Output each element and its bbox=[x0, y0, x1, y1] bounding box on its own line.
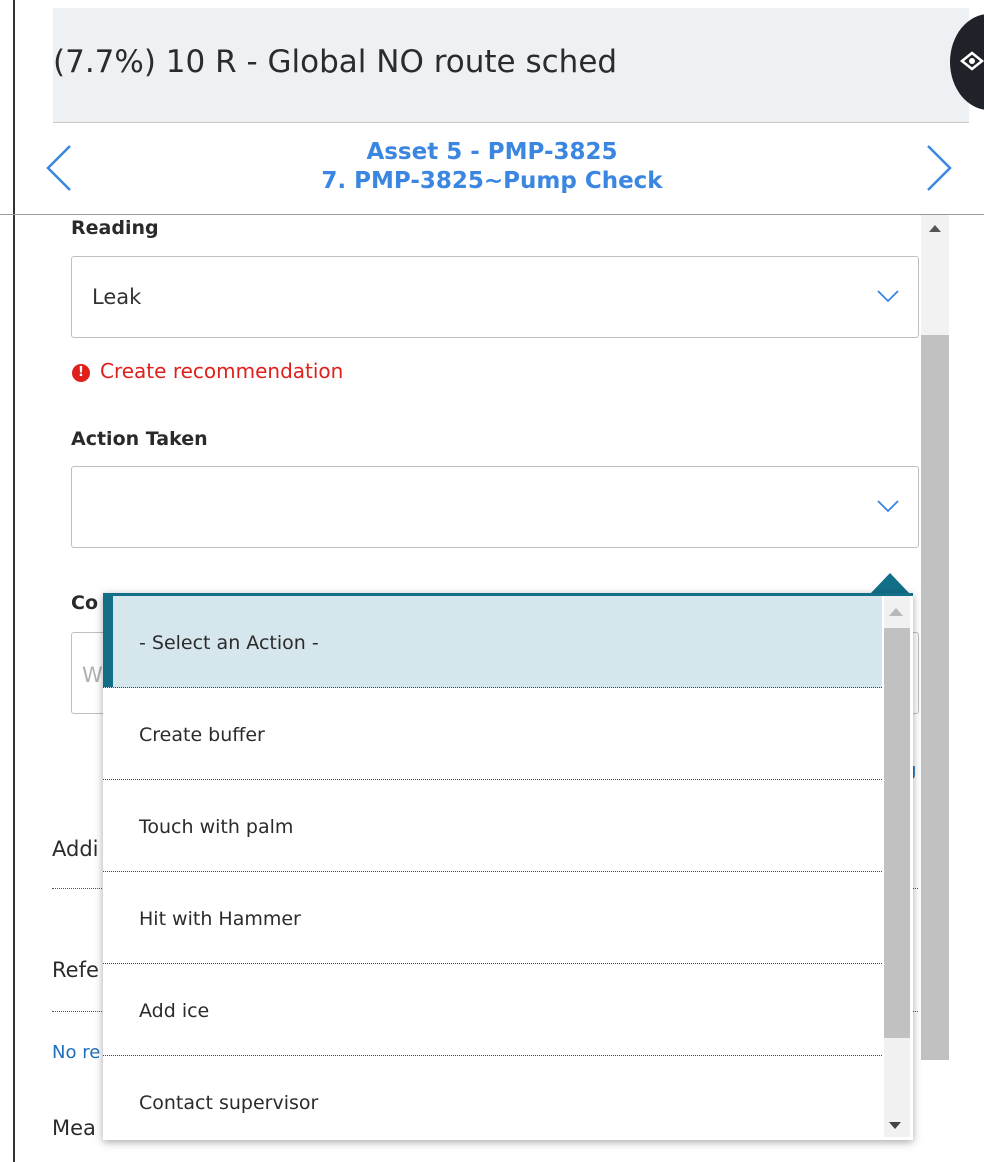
step-title: 7. PMP-3825~Pump Check bbox=[321, 168, 663, 194]
dropdown-caret bbox=[870, 573, 910, 594]
dropdown-option[interactable]: Contact supervisor bbox=[103, 1056, 882, 1140]
scroll-up-arrow-icon[interactable] bbox=[929, 225, 941, 232]
page-scroll-thumb[interactable] bbox=[921, 335, 949, 1060]
reading-select[interactable]: Leak bbox=[71, 256, 919, 338]
asset-navigation: Asset 5 - PMP-3825 7. PMP-3825~Pump Chec… bbox=[0, 122, 984, 215]
eye-icon bbox=[960, 51, 984, 71]
action-taken-select[interactable] bbox=[71, 466, 919, 548]
additional-section-label[interactable]: Addi bbox=[52, 837, 99, 861]
chevron-down-icon bbox=[877, 500, 899, 513]
dropdown-option[interactable]: Touch with palm bbox=[103, 780, 882, 872]
comment-label: Co bbox=[71, 592, 98, 614]
dropdown-scroll-thumb[interactable] bbox=[884, 628, 910, 1038]
action-dropdown-menu: - Select an Action - Create buffer Touch… bbox=[103, 593, 913, 1140]
dropdown-option[interactable]: Hit with Hammer bbox=[103, 872, 882, 964]
form-content: Reading Leak ! Create recommendation Acti… bbox=[0, 215, 984, 1162]
action-taken-label: Action Taken bbox=[71, 428, 208, 450]
measurements-section-label[interactable]: Mea bbox=[52, 1116, 96, 1140]
reading-value: Leak bbox=[92, 285, 142, 309]
route-header: (7.7%) 10 R - Global NO route sched bbox=[53, 8, 969, 123]
comment-placeholder: W bbox=[82, 663, 103, 687]
dropdown-option[interactable]: Add ice bbox=[103, 964, 882, 1056]
dropdown-option[interactable]: - Select an Action - bbox=[103, 596, 882, 688]
reading-label: Reading bbox=[71, 217, 159, 239]
error-message: ! Create recommendation bbox=[72, 359, 343, 383]
scroll-up-arrow-icon[interactable] bbox=[889, 608, 903, 616]
no-results-text: No re bbox=[52, 1042, 101, 1063]
chevron-down-icon bbox=[877, 290, 899, 303]
asset-title: Asset 5 - PMP-3825 bbox=[366, 139, 618, 165]
error-icon: ! bbox=[72, 364, 90, 382]
route-title: (7.7%) 10 R - Global NO route sched bbox=[53, 44, 618, 80]
scroll-down-arrow-icon[interactable] bbox=[889, 1122, 901, 1129]
chevron-right-icon[interactable] bbox=[924, 142, 954, 194]
dropdown-option[interactable]: Create buffer bbox=[103, 688, 882, 780]
reference-section-label[interactable]: Refe bbox=[52, 958, 99, 982]
error-text: Create recommendation bbox=[100, 359, 344, 383]
